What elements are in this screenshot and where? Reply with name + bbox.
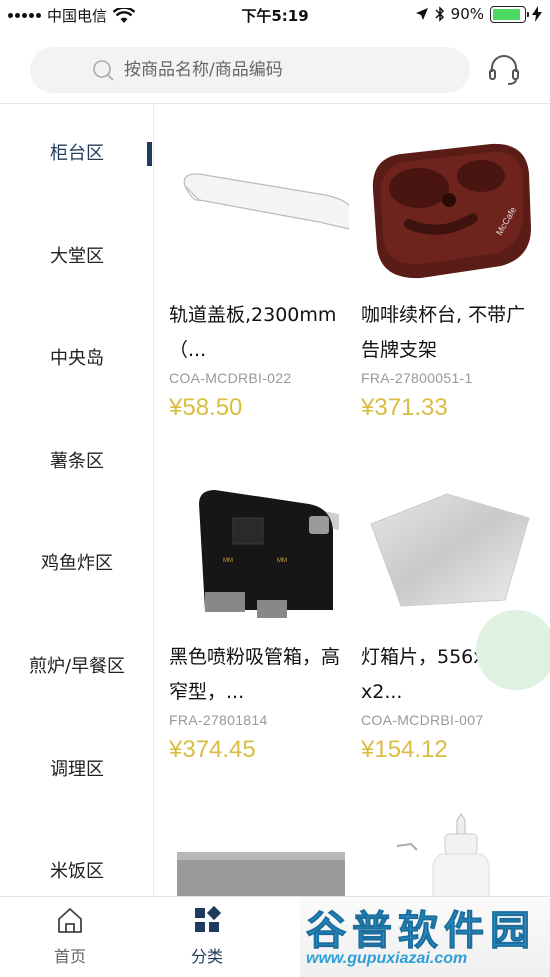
sidebar-item-lobby[interactable]: 大堂区 [0, 237, 153, 277]
category-sidebar: 柜台区 大堂区 中央岛 薯条区 鸡鱼炸区 煎炉/早餐区 调理区 米饭区 [0, 104, 154, 896]
product-code: FRA-27800051-1 [361, 370, 473, 386]
sidebar-item-grill-breakfast[interactable]: 煎炉/早餐区 [0, 647, 153, 687]
product-price: ¥58.50 [169, 394, 243, 421]
product-code: COA-MCDRBI-007 [361, 712, 484, 728]
location-arrow-icon [415, 8, 428, 20]
sidebar-item-central-island[interactable]: 中央岛 [0, 339, 153, 379]
squeeze-bottle-image [396, 813, 490, 896]
black-box-image: MM MM [199, 490, 339, 618]
active-indicator [147, 142, 152, 166]
sidebar-item-prep[interactable]: 调理区 [0, 750, 153, 790]
home-icon [58, 908, 82, 933]
charging-icon [532, 6, 542, 22]
sidebar-item-label: 柜台区 [50, 143, 104, 164]
sidebar-item-label: 薯条区 [50, 451, 104, 472]
product-title: 咖啡续杯台, 不带广告牌支架 [361, 304, 526, 361]
product-card[interactable]: MM MM 黑色喷粉吸管箱，高窄型，... FRA-27801814 ¥374.… [169, 460, 349, 764]
battery-percent: 90% [450, 5, 484, 23]
product-price: ¥154.12 [361, 736, 448, 763]
sidebar-item-label: 中央岛 [50, 348, 104, 369]
steel-plate-image [177, 852, 345, 896]
search-bar[interactable] [30, 47, 470, 93]
status-bar: 中国电信 下午5:19 90% [0, 0, 550, 30]
product-card[interactable]: McCafe 咖啡续杯台, 不带广告牌支架 FRA-27800051-1 ¥37… [361, 118, 541, 422]
product-title: 轨道盖板,2300mm（... [169, 304, 337, 361]
floating-action-circle[interactable] [476, 610, 550, 690]
sidebar-item-label: 煎炉/早餐区 [28, 656, 126, 677]
product-code: COA-MCDRBI-022 [169, 370, 292, 386]
tab-category[interactable]: 分类 [137, 905, 277, 967]
category-icon [195, 905, 222, 932]
watermark-url: www.gupuxiazai.com [306, 950, 468, 967]
product-grid: 轨道盖板,2300mm（... COA-MCDRBI-022 ¥58.50 Mc… [155, 104, 550, 896]
brown-tray-image: McCafe [372, 143, 531, 279]
battery-fill [493, 8, 520, 20]
tab-home[interactable]: 首页 [0, 905, 140, 967]
sidebar-item-label: 调理区 [50, 759, 104, 780]
svg-text:MM: MM [223, 558, 233, 564]
white-strip-image [183, 173, 349, 230]
tab-label: 分类 [190, 947, 223, 966]
svg-text:MM: MM [277, 558, 287, 564]
sidebar-item-label: 鸡鱼炸区 [41, 553, 113, 574]
product-card[interactable] [361, 800, 541, 896]
sidebar-item-label: 米饭区 [50, 861, 104, 882]
watermark: 谷普软件园 www.gupuxiazai.com [300, 898, 550, 977]
tab-label: 首页 [53, 947, 86, 966]
bluetooth-icon [435, 6, 444, 22]
search-input[interactable] [124, 60, 454, 80]
headset-icon[interactable] [486, 52, 522, 88]
product-card[interactable] [169, 800, 349, 896]
sidebar-item-label: 大堂区 [50, 246, 104, 267]
sidebar-item-chicken-fish-fry[interactable]: 鸡鱼炸区 [0, 544, 153, 584]
product-title: 黑色喷粉吸管箱，高窄型，... [169, 646, 341, 703]
product-code: FRA-27801814 [169, 712, 268, 728]
product-price: ¥374.45 [169, 736, 256, 763]
watermark-title: 谷普软件园 [306, 908, 536, 955]
battery-icon [490, 5, 529, 23]
search-icon [93, 60, 114, 81]
status-right: 90% [415, 5, 542, 23]
sidebar-item-counter[interactable]: 柜台区 [0, 134, 153, 174]
product-card[interactable]: 轨道盖板,2300mm（... COA-MCDRBI-022 ¥58.50 [169, 118, 349, 422]
sidebar-item-rice[interactable]: 米饭区 [0, 852, 153, 892]
product-price: ¥371.33 [361, 394, 448, 421]
sidebar-item-fries[interactable]: 薯条区 [0, 442, 153, 482]
